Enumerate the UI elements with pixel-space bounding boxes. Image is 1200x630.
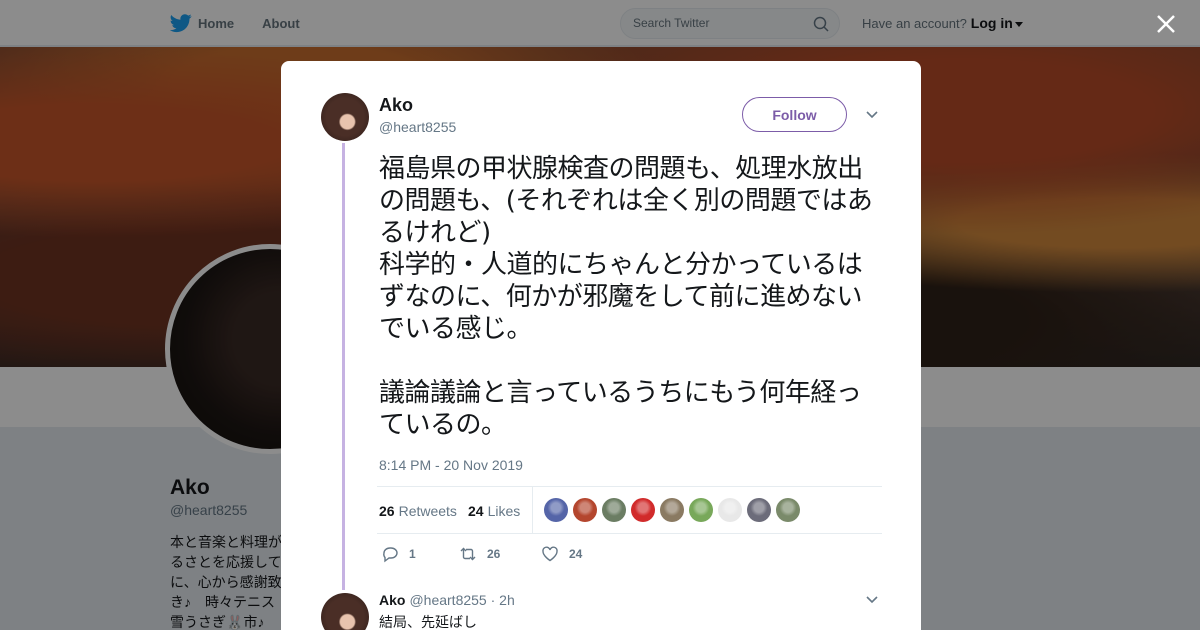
heart-icon[interactable] (541, 545, 559, 563)
retweet-count: 26 (487, 547, 501, 561)
tweet-stats: 26 Retweets 24 Likes (377, 486, 882, 534)
retweets-label: Retweets (398, 503, 457, 519)
tweet-author-avatar[interactable] (321, 93, 369, 141)
reply-icon[interactable] (381, 545, 399, 563)
reply-author-avatar[interactable] (321, 593, 369, 630)
chevron-down-icon[interactable] (865, 108, 879, 122)
reply-text: 結局、先延ばし (379, 614, 477, 630)
retweet-action[interactable]: 26 (459, 545, 500, 563)
follow-button[interactable]: Follow (742, 97, 847, 132)
likes-stat[interactable]: 24 Likes (468, 503, 520, 519)
liker-avatar[interactable] (747, 498, 771, 522)
reply-count: 1 (409, 547, 416, 561)
liker-avatar[interactable] (544, 498, 568, 522)
retweets-stat[interactable]: 26 Retweets (379, 503, 457, 519)
reply-chevron-down-icon[interactable] (865, 593, 879, 607)
liker-avatar[interactable] (718, 498, 742, 522)
likes-count: 24 (468, 503, 484, 519)
close-icon[interactable] (1155, 13, 1177, 35)
likes-label: Likes (487, 503, 521, 519)
liker-avatar[interactable] (689, 498, 713, 522)
tweet-text: 福島県の甲状腺検査の問題も、処理水放出の問題も、(それぞれは全く別の問題ではある… (379, 154, 873, 440)
retweet-icon[interactable] (459, 545, 477, 563)
reply-author-name[interactable]: Ako (379, 592, 405, 608)
liker-avatar[interactable] (602, 498, 626, 522)
tweet-modal: Ako @heart8255 Follow 福島県の甲状腺検査の問題も、処理水放… (281, 61, 921, 630)
retweets-count: 26 (379, 503, 395, 519)
reply-header: Ako @heart8255 · 2h (379, 592, 515, 608)
reply-time[interactable]: · 2h (491, 592, 515, 608)
thread-connector-line (342, 143, 345, 590)
reply-author-handle[interactable]: @heart8255 (409, 592, 486, 608)
tweet-author-name[interactable]: Ako (379, 95, 413, 116)
reply-action[interactable]: 1 (381, 545, 416, 563)
stats-divider (532, 487, 533, 533)
liker-avatar[interactable] (573, 498, 597, 522)
like-count: 24 (569, 547, 583, 561)
liker-avatar[interactable] (631, 498, 655, 522)
liker-avatar[interactable] (660, 498, 684, 522)
tweet-actions: 1 26 24 (381, 545, 781, 565)
liker-avatar[interactable] (776, 498, 800, 522)
tweet-timestamp[interactable]: 8:14 PM - 20 Nov 2019 (379, 457, 523, 473)
tweet-author-handle[interactable]: @heart8255 (379, 119, 456, 135)
liker-avatars (544, 498, 805, 522)
like-action[interactable]: 24 (541, 545, 582, 563)
